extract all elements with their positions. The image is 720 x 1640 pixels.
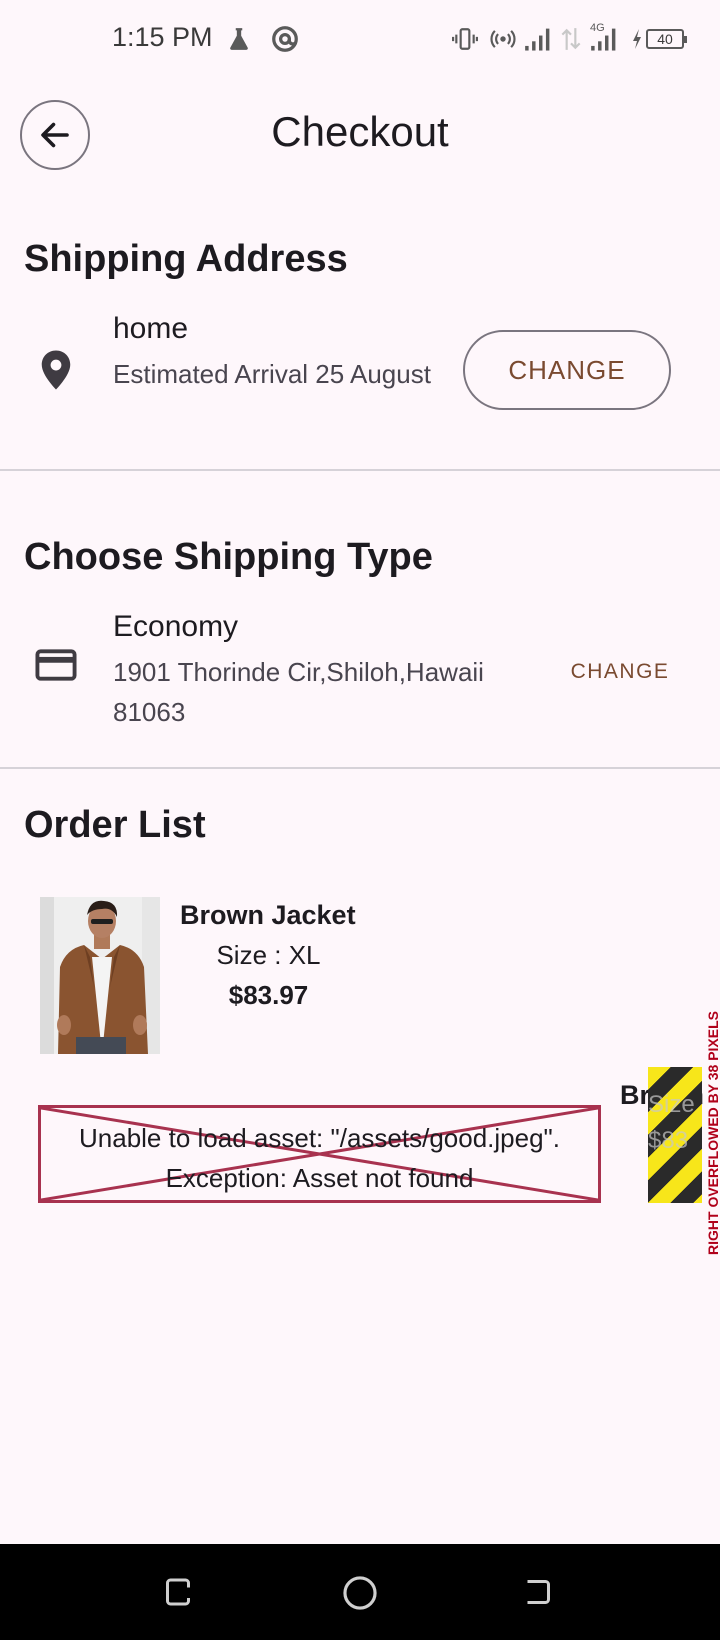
flask-icon bbox=[226, 24, 252, 54]
product-name: Brown Jacket bbox=[180, 900, 356, 930]
shipping-type-title: Economy bbox=[113, 610, 239, 643]
error-line-1: Unable to load asset: "/assets/good.jpeg… bbox=[79, 1123, 560, 1153]
overflow-price-fragment: $83 bbox=[648, 1127, 689, 1154]
data-arrows-icon bbox=[560, 24, 582, 54]
shipping-type-heading: Choose Shipping Type bbox=[24, 536, 433, 578]
address-title: home bbox=[113, 312, 189, 345]
asset-error-placeholder: Unable to load asset: "/assets/good.jpeg… bbox=[38, 1105, 601, 1203]
hotspot-icon bbox=[490, 24, 516, 54]
change-address-button[interactable]: CHANGE bbox=[463, 330, 671, 410]
back-nav-icon[interactable] bbox=[520, 1574, 556, 1615]
status-time: 1:15 PM bbox=[112, 22, 213, 52]
page-title: Checkout bbox=[271, 108, 449, 155]
location-pin-icon bbox=[38, 349, 74, 396]
overflow-size-fragment: Size bbox=[648, 1091, 695, 1118]
charging-icon bbox=[630, 24, 644, 54]
error-line-2: Exception: Asset not found bbox=[165, 1163, 474, 1193]
signal-4g-icon bbox=[590, 24, 620, 54]
overflow-indicator: Size $83 bbox=[648, 1067, 702, 1203]
shipping-type-subtitle: 1901 Thorinde Cir,Shiloh,Hawaii 81063 bbox=[113, 657, 484, 727]
product-image bbox=[40, 897, 160, 1054]
order-list-heading: Order List bbox=[24, 804, 206, 846]
change-shipping-button[interactable]: CHANGE bbox=[560, 652, 680, 692]
error-message: Unable to load asset: "/assets/good.jpeg… bbox=[41, 1118, 598, 1198]
product-size: Size : XL bbox=[216, 940, 321, 970]
recent-apps-icon[interactable] bbox=[160, 1574, 196, 1615]
divider bbox=[0, 469, 720, 471]
overflow-warning-label: RIGHT OVERFLOWED BY 38 PIXELS bbox=[705, 1010, 720, 1255]
system-nav-bar bbox=[0, 1544, 720, 1640]
battery-icon: 40 bbox=[646, 24, 687, 54]
divider bbox=[0, 767, 720, 769]
product-price: $83.97 bbox=[228, 980, 309, 1010]
at-sign-icon bbox=[270, 24, 300, 54]
vibrate-icon bbox=[452, 24, 478, 54]
battery-level: 40 bbox=[657, 31, 673, 47]
shipping-address-heading: Shipping Address bbox=[24, 238, 348, 280]
home-icon[interactable] bbox=[341, 1574, 379, 1617]
credit-card-icon bbox=[35, 648, 77, 687]
signal-icon bbox=[524, 24, 554, 54]
